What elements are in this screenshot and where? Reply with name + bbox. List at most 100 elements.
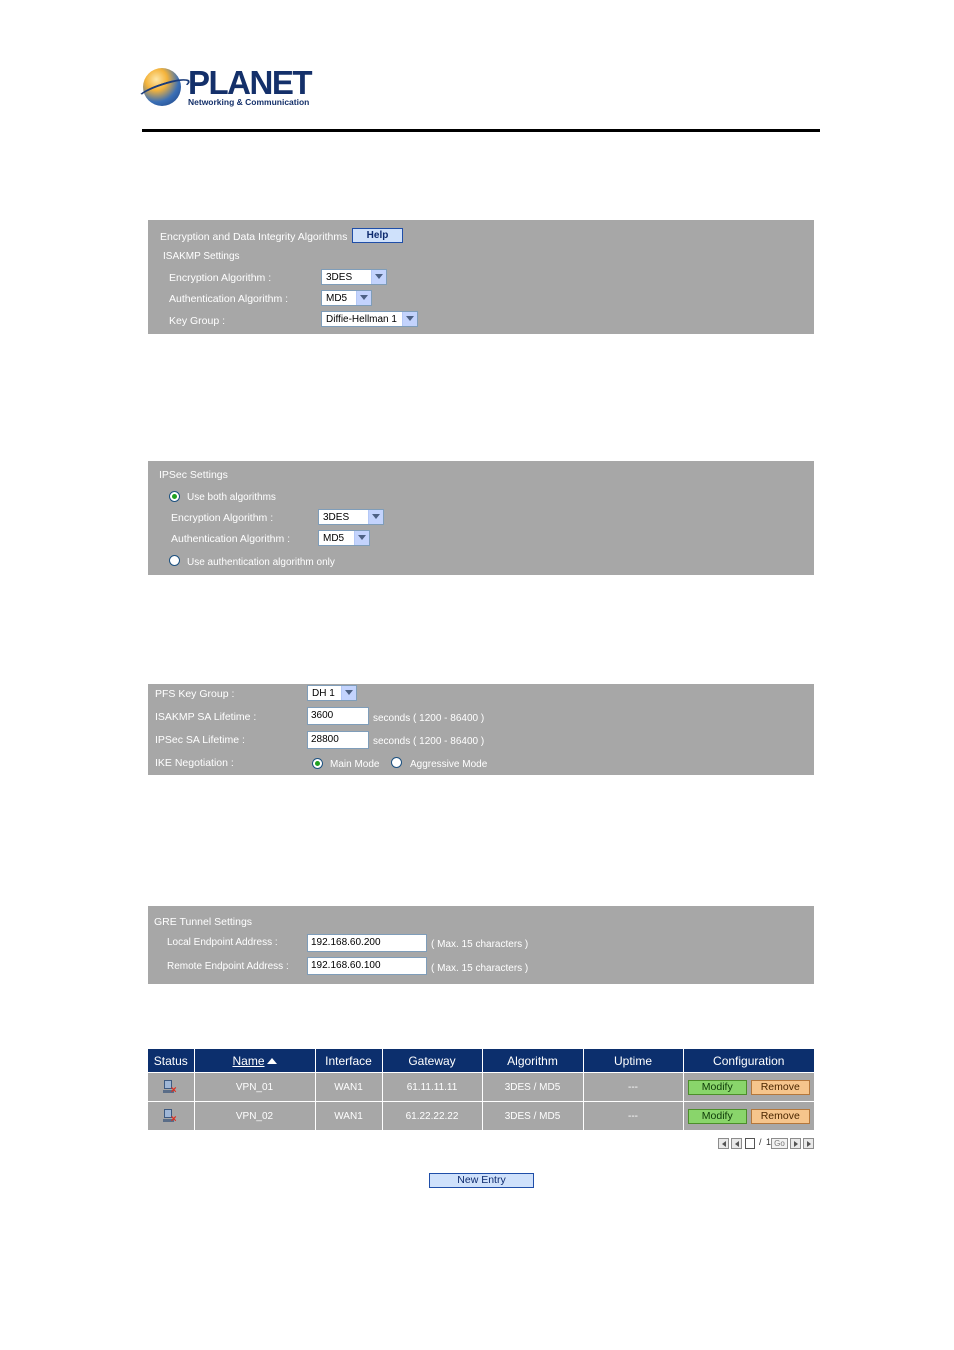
remove-button[interactable]: Remove — [750, 1108, 810, 1124]
globe-icon — [143, 68, 181, 106]
select-value: MD5 — [323, 533, 345, 544]
uptime-header: Uptime — [583, 1049, 684, 1073]
isakmp-authentication-label: Authentication Algorithm : — [169, 293, 289, 305]
select-value: DH 1 — [312, 688, 335, 699]
gre-section-label: GRE Tunnel Settings — [154, 916, 253, 928]
chevron-down-icon — [368, 510, 383, 524]
ipsec-lifetime-label: IPSec SA Lifetime : — [155, 734, 245, 746]
ipsec-authentication-select[interactable]: MD5 — [318, 530, 370, 546]
gre-panel: GRE Tunnel Settings Local Endpoint Addre… — [148, 906, 814, 984]
disconnected-pc-icon: × — [162, 1079, 179, 1096]
gateway-cell: 61.11.11.11 — [382, 1072, 483, 1102]
use-both-label: Use both algorithms — [187, 492, 276, 503]
isakmp-encryption-select[interactable]: 3DES — [321, 269, 387, 285]
isakmp-keygroup-label: Key Group : — [169, 315, 226, 327]
chevron-down-icon — [341, 686, 356, 700]
remote-endpoint-hint: ( Max. 15 characters ) — [431, 963, 529, 974]
chevron-down-icon — [402, 312, 417, 326]
modify-button[interactable]: Modify — [687, 1079, 747, 1095]
panel-title: Encryption and Data Integrity Algorithms — [160, 231, 348, 243]
ipsec-encryption-label: Encryption Algorithm : — [171, 512, 274, 524]
ike-negotiation-label: IKE Negotiation : — [155, 757, 234, 769]
pagination: / 1 Go — [718, 1137, 814, 1150]
algorithm-header: Algorithm — [482, 1049, 584, 1073]
first-page-icon[interactable] — [718, 1138, 729, 1149]
algorithm-cell: 3DES / MD5 — [482, 1072, 584, 1102]
configuration-cell: Modify Remove — [683, 1101, 814, 1130]
name-sort-link[interactable]: Name — [232, 1054, 264, 1068]
isakmp-lifetime-label: ISAKMP SA Lifetime : — [155, 711, 257, 723]
isakmp-encryption-label: Encryption Algorithm : — [169, 272, 272, 284]
remote-endpoint-input[interactable]: 192.168.60.100 — [307, 957, 427, 975]
local-endpoint-label: Local Endpoint Address : — [167, 937, 278, 948]
select-value: 3DES — [323, 512, 350, 523]
algorithm-cell: 3DES / MD5 — [482, 1101, 584, 1130]
gateway-cell: 61.22.22.22 — [382, 1101, 483, 1130]
help-button[interactable]: Help — [352, 228, 403, 243]
pfs-select[interactable]: DH 1 — [307, 685, 357, 701]
auth-only-radio[interactable] — [169, 555, 180, 566]
name-header[interactable]: Name — [194, 1049, 316, 1073]
remove-button[interactable]: Remove — [750, 1079, 810, 1095]
page-number-input[interactable] — [745, 1138, 755, 1149]
prev-page-icon[interactable] — [731, 1138, 742, 1149]
main-mode-radio[interactable] — [312, 758, 323, 769]
aggressive-mode-label: Aggressive Mode — [410, 759, 488, 770]
go-button[interactable]: Go — [771, 1138, 788, 1149]
aggressive-mode-radio[interactable] — [391, 757, 402, 768]
uptime-cell: --- — [583, 1101, 684, 1130]
use-both-radio[interactable] — [169, 491, 180, 502]
last-page-icon[interactable] — [803, 1138, 814, 1149]
isakmp-authentication-select[interactable]: MD5 — [321, 290, 372, 306]
table-row: × VPN_01 WAN1 61.11.11.11 3DES / MD5 ---… — [148, 1072, 814, 1102]
status-header: Status — [148, 1049, 195, 1073]
isakmp-lifetime-hint: seconds ( 1200 - 86400 ) — [373, 713, 485, 724]
select-value: 3DES — [326, 272, 353, 283]
configuration-header: Configuration — [683, 1049, 814, 1073]
table-row: × VPN_02 WAN1 61.22.22.22 3DES / MD5 ---… — [148, 1101, 814, 1130]
name-cell: VPN_01 — [194, 1072, 316, 1102]
disconnected-pc-icon: × — [162, 1108, 179, 1125]
sort-ascending-icon — [266, 1057, 277, 1064]
logo-name: PLANET — [188, 64, 313, 101]
vpn-table: Status Name Interface Gateway Algorithm … — [148, 1049, 814, 1130]
ipsec-panel: IPSec Settings Use both algorithms Encry… — [148, 461, 814, 575]
status-cell: × — [148, 1101, 195, 1130]
local-endpoint-input[interactable]: 192.168.60.200 — [307, 934, 427, 952]
select-value: MD5 — [326, 293, 348, 304]
next-page-icon[interactable] — [790, 1138, 801, 1149]
interface-cell: WAN1 — [315, 1072, 383, 1102]
interface-cell: WAN1 — [315, 1101, 383, 1130]
ipsec-section-label: IPSec Settings — [159, 469, 228, 481]
planet-logo: PLANET Networking & Communication — [143, 66, 313, 110]
new-entry-button[interactable]: New Entry — [429, 1173, 534, 1188]
isakmp-panel: Encryption and Data Integrity Algorithms… — [148, 220, 814, 334]
remote-endpoint-label: Remote Endpoint Address : — [167, 961, 289, 972]
main-mode-label: Main Mode — [330, 759, 380, 770]
gateway-header: Gateway — [382, 1049, 483, 1073]
interface-header: Interface — [315, 1049, 383, 1073]
status-cell: × — [148, 1072, 195, 1102]
configuration-cell: Modify Remove — [683, 1072, 814, 1102]
chevron-down-icon — [354, 531, 369, 545]
ipsec-authentication-label: Authentication Algorithm : — [171, 533, 291, 545]
modify-button[interactable]: Modify — [687, 1108, 747, 1124]
logo-tagline: Networking & Communication — [188, 97, 310, 107]
chevron-down-icon — [371, 270, 386, 284]
ipsec-encryption-select[interactable]: 3DES — [318, 509, 384, 525]
name-cell: VPN_02 — [194, 1101, 316, 1130]
auth-only-label: Use authentication algorithm only — [187, 557, 335, 568]
ipsec-lifetime-input[interactable]: 28800 — [307, 731, 369, 749]
select-value: Diffie-Hellman 1 — [326, 314, 397, 325]
isakmp-section-label: ISAKMP Settings — [163, 251, 240, 262]
table-header-row: Status Name Interface Gateway Algorithm … — [148, 1049, 814, 1073]
header-divider — [142, 129, 820, 132]
chevron-down-icon — [356, 291, 371, 305]
local-endpoint-hint: ( Max. 15 characters ) — [431, 939, 529, 950]
page-separator: / — [759, 1137, 762, 1147]
isakmp-lifetime-input[interactable]: 3600 — [307, 707, 369, 725]
uptime-cell: --- — [583, 1072, 684, 1102]
pfs-label: PFS Key Group : — [155, 688, 235, 700]
ipsec-lifetime-hint: seconds ( 1200 - 86400 ) — [373, 736, 485, 747]
isakmp-keygroup-select[interactable]: Diffie-Hellman 1 — [321, 311, 418, 327]
